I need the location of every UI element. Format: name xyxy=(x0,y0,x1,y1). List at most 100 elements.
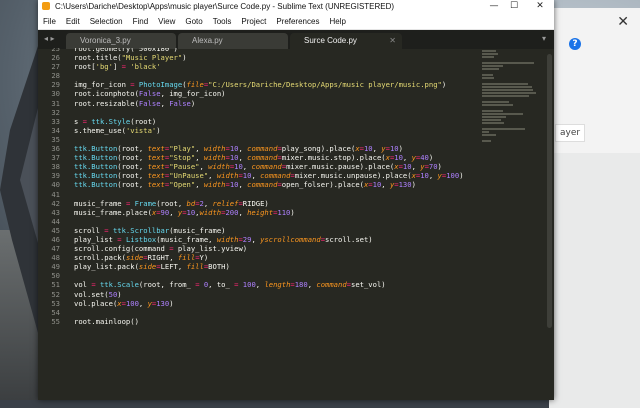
line-number: 32 xyxy=(51,107,60,117)
line-number: 30 xyxy=(51,89,60,99)
menu-project[interactable]: Project xyxy=(236,17,271,26)
code-line[interactable] xyxy=(74,135,474,144)
minimap-line xyxy=(482,131,489,133)
menu-view[interactable]: View xyxy=(153,17,180,26)
line-number: 44 xyxy=(51,216,60,226)
line-number: 53 xyxy=(51,298,60,308)
line-number: 35 xyxy=(51,134,60,144)
menu-goto[interactable]: Goto xyxy=(180,17,207,26)
minimap-line xyxy=(482,104,513,106)
minimap-line xyxy=(482,101,509,103)
code-line[interactable]: ttk.Button(root, text="Play", width=10, … xyxy=(74,144,474,153)
code-line[interactable]: s = ttk.Style(root) xyxy=(74,117,474,126)
line-number: 51 xyxy=(51,280,60,290)
minimap-line xyxy=(482,65,503,67)
line-number: 31 xyxy=(51,98,60,108)
minimap[interactable] xyxy=(482,50,540,142)
line-number: 33 xyxy=(51,116,60,126)
minimap-line xyxy=(482,116,506,118)
code-line[interactable]: root.mainloop() xyxy=(74,317,474,326)
vertical-scrollbar[interactable] xyxy=(547,54,552,328)
code-line[interactable] xyxy=(74,108,474,117)
background-window: ✕ ? ayer xyxy=(548,8,640,408)
code-line[interactable] xyxy=(74,308,474,317)
fighter-plane-left-image xyxy=(0,40,40,340)
background-window-text: ayer xyxy=(555,124,586,142)
code-line[interactable]: root.title("Music Player") xyxy=(74,53,474,62)
code-line[interactable]: root.resizable(False, False) xyxy=(74,99,474,108)
tab-surce-code[interactable]: Surce Code.py ✕ xyxy=(290,33,402,49)
code-line[interactable]: img_for_icon = PhotoImage(file="C:/Users… xyxy=(74,80,474,89)
background-window-close-icon[interactable]: ✕ xyxy=(617,14,629,30)
code-line[interactable]: play_list = Listbox(music_frame, width=2… xyxy=(74,235,474,244)
menu-find[interactable]: Find xyxy=(128,17,154,26)
tab-navigation-arrows-icon[interactable]: ◂ ▸ xyxy=(44,34,55,43)
menu-tools[interactable]: Tools xyxy=(208,17,237,26)
code-line[interactable] xyxy=(74,271,474,280)
minimize-button[interactable]: — xyxy=(484,0,504,13)
minimap-line xyxy=(482,83,528,85)
line-number: 42 xyxy=(51,198,60,208)
minimap-line xyxy=(482,86,532,88)
code-line[interactable] xyxy=(74,71,474,80)
code-line[interactable]: music_frame = Frame(root, bd=2, relief=R… xyxy=(74,199,474,208)
code-line[interactable]: vol.place(x=100, y=130) xyxy=(74,299,474,308)
sublime-text-window: C:\Users\Dariche\Desktop\Apps\music play… xyxy=(38,0,554,400)
line-number: 55 xyxy=(51,316,60,326)
tab-close-icon[interactable]: ✕ xyxy=(389,33,396,49)
line-number: 26 xyxy=(51,53,60,63)
tab-voronica[interactable]: Voronica_3.py xyxy=(66,33,176,49)
code-line[interactable]: music_frame.place(x=90, y=10,width=200, … xyxy=(74,208,474,217)
menu-file[interactable]: File xyxy=(38,17,61,26)
code-line[interactable]: scroll = ttk.Scrollbar(music_frame) xyxy=(74,226,474,235)
line-number: 36 xyxy=(51,144,60,154)
minimap-line xyxy=(482,77,494,79)
line-number: 49 xyxy=(51,262,60,272)
window-title: C:\Users\Dariche\Desktop\Apps\music play… xyxy=(55,2,395,11)
code-editor[interactable]: 25 26 27 28 29 30 31 32 33 34 35 36 37 38 39 40 41 42 43 44… xyxy=(38,48,554,400)
code-line[interactable]: ttk.Button(root, text="Stop", width=10, … xyxy=(74,153,474,162)
line-number: 50 xyxy=(51,271,60,281)
line-number: 41 xyxy=(51,189,60,199)
menu-help[interactable]: Help xyxy=(324,17,350,26)
line-number: 52 xyxy=(51,289,60,299)
minimap-line xyxy=(482,128,525,130)
line-number: 28 xyxy=(51,71,60,81)
code-line[interactable]: vol.set(50) xyxy=(74,290,474,299)
background-window-panel xyxy=(549,153,640,408)
code-line[interactable]: ttk.Button(root, text="Pause", width=10,… xyxy=(74,162,474,171)
code-line[interactable]: scroll.pack(side=RIGHT, fill=Y) xyxy=(74,253,474,262)
menu-preferences[interactable]: Preferences xyxy=(271,17,324,26)
code-line[interactable]: ttk.Button(root, text="UnPause", width=1… xyxy=(74,171,474,180)
menu-edit[interactable]: Edit xyxy=(61,17,85,26)
tab-alexa[interactable]: Alexa.py xyxy=(178,33,288,49)
minimap-line xyxy=(482,92,536,94)
minimap-line xyxy=(482,53,498,55)
maximize-button[interactable]: ☐ xyxy=(504,0,524,13)
minimap-line xyxy=(482,56,494,58)
code-line[interactable]: ttk.Button(root, text="Open", width=10, … xyxy=(74,180,474,189)
line-number: 54 xyxy=(51,307,60,317)
tab-label: Alexa.py xyxy=(192,36,223,45)
code-line[interactable]: vol = ttk.Scale(root, from_ = 0, to_ = 1… xyxy=(74,280,474,289)
help-icon[interactable]: ? xyxy=(569,38,581,50)
line-number: 47 xyxy=(51,244,60,254)
menu-selection[interactable]: Selection xyxy=(85,17,128,26)
code-line[interactable]: s.theme_use('vista') xyxy=(74,126,474,135)
code-line[interactable]: root.iconphoto(False, img_for_icon) xyxy=(74,89,474,98)
code-line[interactable]: root['bg'] = 'black' xyxy=(74,62,474,71)
code-line[interactable] xyxy=(74,217,474,226)
tab-dropdown-icon[interactable]: ▾ xyxy=(542,34,546,43)
code-line[interactable]: play_list.pack(side=LEFT, fill=BOTH) xyxy=(74,262,474,271)
code-line[interactable]: scroll.config(command = play_list.yview) xyxy=(74,244,474,253)
minimap-line xyxy=(482,89,533,91)
code-line[interactable] xyxy=(74,190,474,199)
line-number: 40 xyxy=(51,180,60,190)
minimap-line xyxy=(482,113,523,115)
minimap-line xyxy=(482,74,493,76)
line-number: 46 xyxy=(51,234,60,244)
close-button[interactable]: ✕ xyxy=(530,0,550,13)
tab-bar: ◂ ▸ Voronica_3.py Alexa.py Surce Code.py… xyxy=(38,30,554,49)
line-number: 27 xyxy=(51,62,60,72)
code-area[interactable]: root.geometry( 500x180 ) root.title("Musi… xyxy=(74,48,474,326)
